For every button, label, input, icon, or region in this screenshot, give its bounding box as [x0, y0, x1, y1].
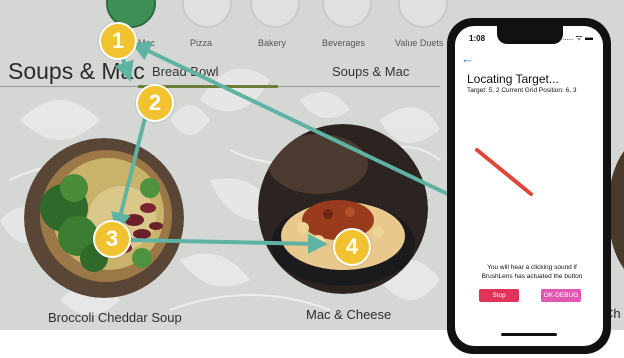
back-arrow-icon[interactable]: ← — [461, 51, 474, 66]
phone-screen: 1:08 ..... ᯤ ▬ ← Locating Target... Targ… — [455, 26, 603, 346]
marker-3: 3 — [93, 220, 131, 258]
target-position-text: Target: 5, 2 Current Grid Position: 6, 3 — [467, 87, 577, 94]
phone-notch — [497, 26, 563, 44]
status-icons: ..... ᯤ ▬ — [562, 33, 593, 42]
instruction-text: You will hear a clicking sound if BrushL… — [481, 264, 583, 280]
marker-1: 1 — [99, 22, 137, 60]
marker-2: 2 — [136, 84, 174, 122]
home-indicator[interactable] — [501, 333, 557, 336]
direction-indicator — [475, 148, 533, 196]
status-time: 1:08 — [469, 34, 486, 43]
ok-debug-button[interactable]: OK-DEBUG — [541, 289, 581, 302]
marker-4: 4 — [333, 228, 371, 266]
arrow-3-to-4 — [128, 233, 328, 254]
stop-button[interactable]: Stop — [479, 289, 519, 302]
locating-title: Locating Target... — [467, 72, 559, 86]
arrow-2-to-3 — [111, 104, 150, 233]
phone-device: 1:08 ..... ᯤ ▬ ← Locating Target... Targ… — [447, 18, 611, 354]
